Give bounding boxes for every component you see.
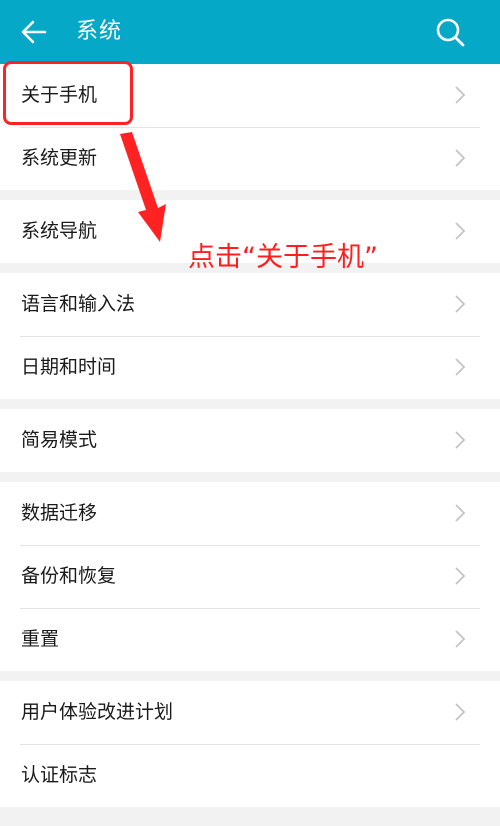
setting-item-label: 语言和输入法	[21, 293, 136, 315]
settings-group: 简易模式	[0, 409, 500, 472]
chevron-right-icon	[455, 703, 466, 721]
chevron-right-icon	[455, 222, 466, 240]
settings-group: 用户体验改进计划 认证标志	[0, 681, 500, 807]
setting-item-about-phone[interactable]: 关于手机	[0, 64, 500, 127]
setting-item-simple-mode[interactable]: 简易模式	[0, 409, 500, 472]
chevron-right-icon	[455, 295, 466, 313]
chevron-right-icon	[455, 630, 466, 648]
chevron-right-icon	[455, 567, 466, 585]
chevron-right-icon	[455, 86, 466, 104]
settings-group: 数据迁移 备份和恢复 重置	[0, 482, 500, 671]
setting-item-label: 关于手机	[21, 84, 98, 106]
search-icon[interactable]	[434, 16, 466, 48]
setting-item-label: 备份和恢复	[21, 565, 117, 587]
chevron-right-icon	[455, 358, 466, 376]
settings-list: 关于手机 系统更新 系统导航 语言和输入法 日期和时间 简易模式 数据迁移 备份…	[0, 64, 500, 817]
chevron-right-icon	[455, 504, 466, 522]
setting-item-label: 系统导航	[21, 220, 98, 242]
settings-group: 语言和输入法 日期和时间	[0, 273, 500, 399]
settings-group: 关于手机 系统更新	[0, 64, 500, 190]
setting-item-system-navigation[interactable]: 系统导航	[0, 200, 500, 263]
setting-item-label: 用户体验改进计划	[21, 701, 174, 723]
chevron-right-icon	[455, 431, 466, 449]
setting-item-date-time[interactable]: 日期和时间	[0, 336, 500, 399]
setting-item-label: 简易模式	[21, 429, 98, 451]
setting-item-language-input[interactable]: 语言和输入法	[0, 273, 500, 336]
page-title: 系统	[76, 19, 123, 44]
setting-item-backup-restore[interactable]: 备份和恢复	[0, 545, 500, 608]
setting-item-label: 认证标志	[21, 764, 98, 786]
arrow-left-icon[interactable]	[18, 16, 50, 48]
setting-item-label: 重置	[21, 628, 60, 650]
chevron-right-icon	[455, 149, 466, 167]
setting-item-certification[interactable]: 认证标志	[0, 744, 500, 807]
setting-item-user-experience[interactable]: 用户体验改进计划	[0, 681, 500, 744]
setting-item-system-update[interactable]: 系统更新	[0, 127, 500, 190]
setting-item-label: 日期和时间	[21, 356, 117, 378]
settings-group: 系统导航	[0, 200, 500, 263]
setting-item-reset[interactable]: 重置	[0, 608, 500, 671]
setting-item-label: 系统更新	[21, 147, 98, 169]
setting-item-label: 数据迁移	[21, 502, 98, 524]
setting-item-data-migration[interactable]: 数据迁移	[0, 482, 500, 545]
app-header: 系统	[0, 0, 500, 64]
